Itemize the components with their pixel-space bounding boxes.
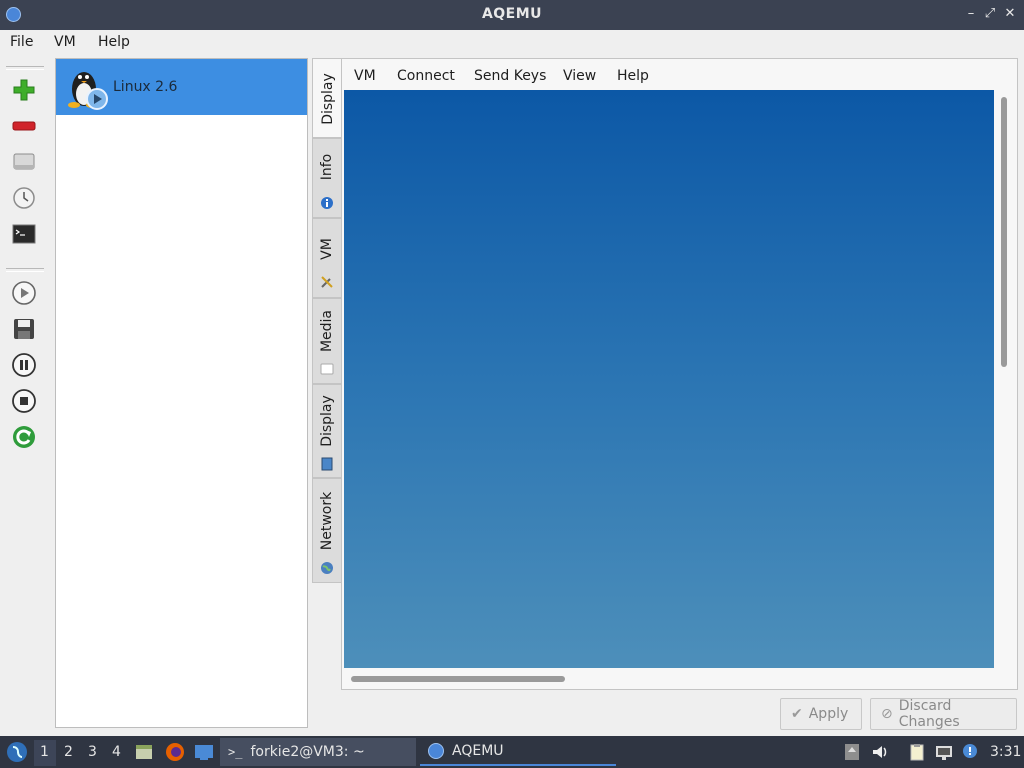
toolbar-separator <box>6 268 44 272</box>
vm-toolbar <box>4 60 46 460</box>
vm-name: Linux 2.6 <box>113 79 178 95</box>
harddisk-icon[interactable] <box>10 148 38 176</box>
display-panel: VM Connect Send Keys View Help <box>341 58 1018 690</box>
tab-label: Display <box>319 395 335 447</box>
clock[interactable]: 3:31 <box>990 744 1021 760</box>
checkmark-icon: ✔ <box>791 706 803 722</box>
display-menu-help[interactable]: Help <box>617 68 649 84</box>
close-icon[interactable]: ✕ <box>1001 5 1019 23</box>
add-vm-icon[interactable] <box>10 76 38 104</box>
display-icon <box>321 457 333 471</box>
apply-button[interactable]: ✔ Apply <box>780 698 862 730</box>
workspace-1[interactable]: 1 <box>40 744 49 760</box>
apply-label: Apply <box>808 706 849 722</box>
tux-icon <box>68 72 108 110</box>
network-globe-icon <box>321 562 333 574</box>
network-icon[interactable] <box>935 743 953 761</box>
terminal-icon: >_ <box>228 745 243 759</box>
firefox-icon[interactable] <box>164 741 186 763</box>
display-menu-vm[interactable]: VM <box>354 68 376 84</box>
stop-vm-icon[interactable] <box>10 387 38 415</box>
volume-icon[interactable] <box>871 743 889 761</box>
menu-bar: File VM Help <box>0 30 1024 56</box>
display-menu-send-keys[interactable]: Send Keys <box>474 68 546 84</box>
aqemu-icon <box>428 743 444 759</box>
task-aqemu[interactable]: AQEMU <box>420 738 616 766</box>
vm-list-item[interactable]: Linux 2.6 <box>56 59 307 115</box>
minimize-icon[interactable]: – <box>962 5 980 23</box>
notification-icon[interactable] <box>961 743 979 761</box>
workspace-3[interactable]: 3 <box>88 744 97 760</box>
display-menu-view[interactable]: View <box>563 68 596 84</box>
menu-file[interactable]: File <box>10 34 33 50</box>
reset-vm-icon[interactable] <box>10 423 38 451</box>
tab-label: VM <box>319 238 335 260</box>
discard-changes-button[interactable]: ⊘ Discard Changes <box>870 698 1017 730</box>
tab-display[interactable]: Display <box>312 384 342 478</box>
tab-info[interactable]: Info <box>312 138 342 218</box>
tab-vm[interactable]: VM <box>312 218 342 298</box>
horizontal-scrollbar[interactable] <box>351 676 565 682</box>
title-bar: AQEMU – ⤢ ✕ <box>0 0 1024 30</box>
tab-network[interactable]: Network <box>312 478 342 583</box>
tools-icon <box>321 276 333 288</box>
pause-vm-icon[interactable] <box>10 351 38 379</box>
vm-display-screen[interactable] <box>344 90 994 668</box>
vertical-scrollbar[interactable] <box>1001 97 1007 367</box>
media-icon <box>320 363 334 375</box>
workspace-4[interactable]: 4 <box>112 744 121 760</box>
discard-label: Discard Changes <box>898 698 960 730</box>
task-label: forkie2@VM3: ~ <box>250 744 365 760</box>
maximize-icon[interactable]: ⤢ <box>981 5 999 23</box>
taskbar: 1 2 3 4 >_ forkie2@VM3: ~ AQEMU 3:31 <box>0 736 1024 768</box>
save-state-icon[interactable] <box>10 315 38 343</box>
terminal-icon[interactable] <box>10 220 38 248</box>
tab-media[interactable]: Media <box>312 298 342 384</box>
start-menu-icon[interactable] <box>6 741 28 763</box>
remove-vm-icon[interactable] <box>10 112 38 140</box>
info-icon <box>321 197 333 209</box>
task-label: AQEMU <box>452 743 504 759</box>
display-menu-connect[interactable]: Connect <box>397 68 455 84</box>
workspace-2[interactable]: 2 <box>64 744 73 760</box>
tab-display-view[interactable]: Display <box>312 58 342 138</box>
cancel-icon: ⊘ <box>881 706 893 722</box>
task-terminal[interactable]: >_ forkie2@VM3: ~ <box>220 738 416 766</box>
menu-vm[interactable]: VM <box>54 34 76 50</box>
window-title: AQEMU <box>481 6 543 22</box>
clock-icon[interactable] <box>10 184 38 212</box>
show-desktop-icon[interactable] <box>194 742 214 762</box>
updates-icon[interactable] <box>843 743 861 761</box>
tab-label: Network <box>319 491 335 551</box>
tab-label: Media <box>319 309 335 353</box>
menu-help[interactable]: Help <box>98 34 130 50</box>
clipboard-icon[interactable] <box>908 743 926 761</box>
vm-tabs: Display Info VM Media Display Network <box>312 58 342 583</box>
file-manager-icon[interactable] <box>134 742 154 762</box>
tab-label: Display <box>319 73 336 125</box>
toolbar-separator <box>6 66 44 70</box>
start-vm-icon[interactable] <box>10 279 38 307</box>
tab-label: Info <box>319 153 335 181</box>
vm-list: Linux 2.6 <box>55 58 308 728</box>
